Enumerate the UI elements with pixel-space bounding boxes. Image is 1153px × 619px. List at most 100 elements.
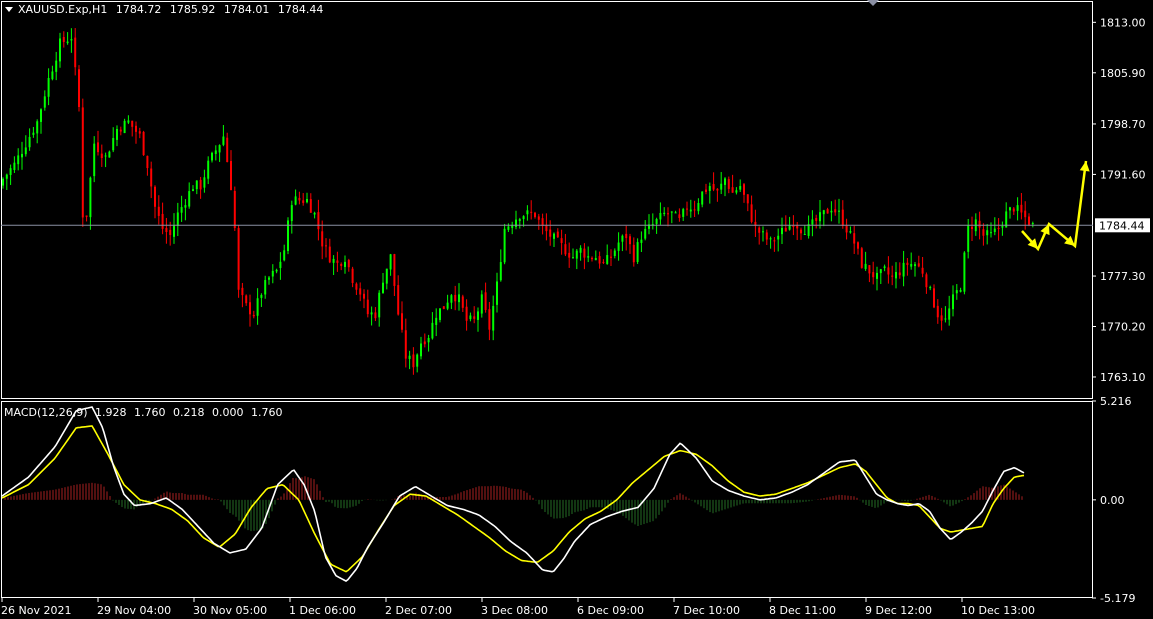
bull-candle bbox=[670, 211, 673, 213]
bull-candle bbox=[17, 155, 20, 165]
bear-candle bbox=[165, 228, 168, 233]
bull-candle bbox=[89, 177, 92, 218]
bull-candle bbox=[522, 216, 525, 220]
time-tick-label: 29 Nov 04:00 bbox=[97, 604, 171, 617]
bull-candle bbox=[47, 78, 50, 97]
bull-candle bbox=[929, 287, 932, 289]
price-chart[interactable]: 1813.00 1805.90 1798.70 1791.60 1777.30 1770.… bbox=[0, 0, 1153, 619]
macd-value-2: 1.760 bbox=[134, 406, 166, 419]
ohlc-header: XAUUSD.Exp,H1 1784.72 1785.92 1784.01 17… bbox=[18, 3, 328, 16]
bull-candle bbox=[104, 155, 107, 157]
bear-candle bbox=[484, 292, 487, 310]
bull-candle bbox=[195, 180, 198, 190]
bear-candle bbox=[154, 186, 156, 207]
symbol-menu-icon[interactable] bbox=[5, 7, 13, 12]
bear-candle bbox=[746, 194, 749, 204]
bull-candle bbox=[803, 233, 806, 235]
bear-candle bbox=[872, 272, 875, 278]
bull-candle bbox=[268, 277, 270, 280]
bear-candle bbox=[629, 236, 631, 245]
bull-candle bbox=[5, 174, 8, 179]
bull-candle bbox=[674, 212, 677, 214]
bear-candle bbox=[138, 131, 141, 134]
bull-candle bbox=[515, 219, 517, 228]
bear-candle bbox=[150, 168, 153, 187]
bear-candle bbox=[743, 184, 745, 195]
bear-candle bbox=[712, 184, 715, 190]
bull-candle bbox=[264, 280, 267, 295]
bull-candle bbox=[499, 262, 502, 281]
bear-candle bbox=[135, 125, 137, 132]
bull-candle bbox=[70, 39, 73, 41]
bear-candle bbox=[169, 229, 172, 236]
bear-candle bbox=[363, 293, 365, 299]
bull-candle bbox=[378, 292, 381, 318]
bull-candle bbox=[617, 242, 620, 251]
bull-candle bbox=[416, 354, 419, 367]
bull-candle bbox=[636, 242, 639, 262]
bull-candle bbox=[986, 230, 989, 236]
bull-candle bbox=[332, 258, 335, 263]
bear-candle bbox=[302, 200, 305, 203]
bear-candle bbox=[678, 214, 681, 219]
bear-candle bbox=[564, 244, 567, 255]
bear-candle bbox=[773, 240, 776, 242]
bear-candle bbox=[834, 209, 837, 213]
bear-candle bbox=[74, 37, 77, 68]
bear-candle bbox=[85, 215, 88, 217]
bear-candle bbox=[530, 211, 533, 213]
time-tick-label: 2 Dec 07:00 bbox=[385, 604, 452, 617]
bear-candle bbox=[1024, 210, 1027, 218]
bear-candle bbox=[488, 309, 491, 330]
bull-candle bbox=[606, 255, 609, 264]
bull-candle bbox=[370, 312, 373, 315]
bull-candle bbox=[640, 239, 643, 243]
bull-candle bbox=[123, 120, 126, 134]
bear-candle bbox=[925, 274, 928, 288]
bear-candle bbox=[686, 208, 688, 210]
bull-candle bbox=[271, 270, 274, 277]
bull-candle bbox=[724, 178, 726, 185]
bull-candle bbox=[9, 168, 12, 175]
bull-candle bbox=[176, 212, 179, 227]
bull-candle bbox=[883, 266, 886, 269]
bear-candle bbox=[610, 256, 612, 258]
bear-candle bbox=[868, 265, 871, 274]
bull-candle bbox=[526, 210, 529, 215]
macd-tick-label: -5.179 bbox=[1100, 592, 1135, 605]
bear-candle bbox=[423, 341, 426, 345]
bull-candle bbox=[203, 177, 206, 188]
bear-candle bbox=[1020, 204, 1023, 213]
bull-candle bbox=[587, 256, 590, 258]
bull-candle bbox=[43, 96, 46, 108]
bull-candle bbox=[1031, 223, 1034, 225]
bear-candle bbox=[591, 257, 593, 260]
bear-candle bbox=[119, 129, 122, 132]
macd-value-3: 0.218 bbox=[173, 406, 205, 419]
time-tick-label: 7 Dec 10:00 bbox=[673, 604, 740, 617]
chart-canvas[interactable]: 1813.00 1805.90 1798.70 1791.60 1777.30 1770.… bbox=[0, 0, 1153, 619]
bull-candle bbox=[1009, 207, 1011, 211]
bull-candle bbox=[811, 219, 814, 225]
bull-candle bbox=[477, 311, 479, 320]
bull-candle bbox=[762, 231, 764, 233]
bull-candle bbox=[963, 252, 966, 292]
bull-candle bbox=[188, 191, 191, 207]
bear-candle bbox=[78, 69, 80, 107]
macd-value-5: 1.760 bbox=[251, 406, 283, 419]
bull-candle bbox=[769, 238, 772, 240]
bear-candle bbox=[1028, 216, 1030, 225]
time-tick-label: 1 Dec 06:00 bbox=[289, 604, 356, 617]
bull-candle bbox=[173, 225, 175, 237]
bear-candle bbox=[309, 199, 312, 213]
bear-candle bbox=[537, 216, 540, 220]
bull-candle bbox=[621, 235, 624, 242]
time-tick-label: 3 Dec 08:00 bbox=[481, 604, 548, 617]
bull-candle bbox=[28, 136, 31, 148]
bull-candle bbox=[990, 232, 992, 234]
open-value: 1784.72 bbox=[115, 3, 162, 16]
bear-candle bbox=[404, 330, 407, 359]
bull-candle bbox=[663, 212, 666, 214]
bear-candle bbox=[359, 288, 362, 295]
bull-candle bbox=[879, 269, 882, 274]
